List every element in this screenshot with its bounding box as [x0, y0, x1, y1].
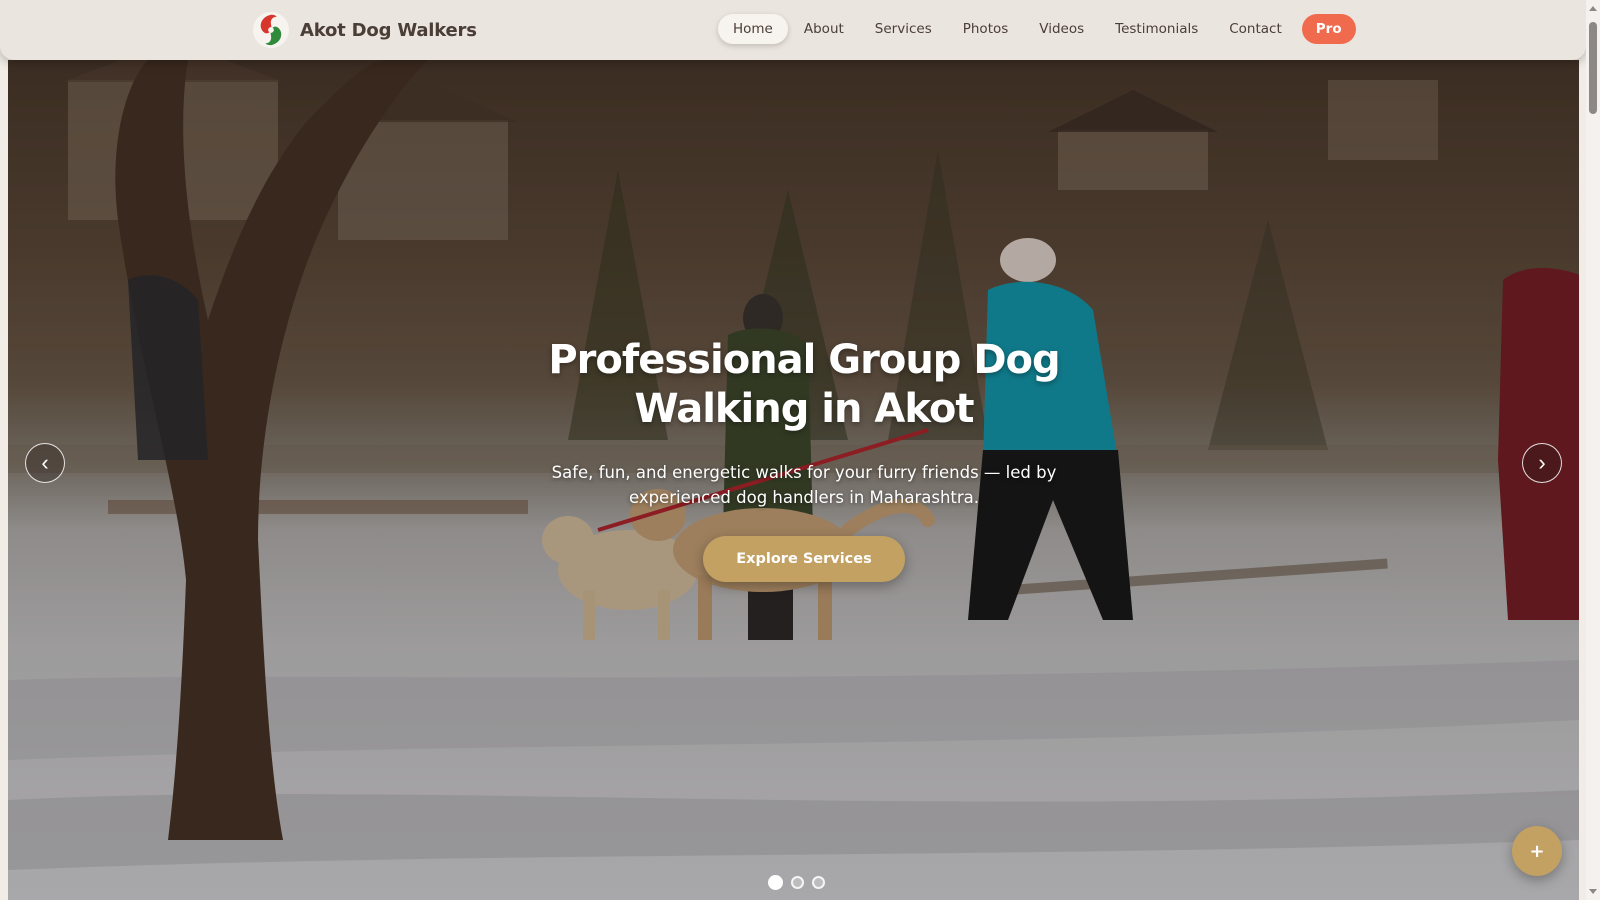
plus-icon: + [1529, 840, 1545, 862]
nav-item-home[interactable]: Home [718, 14, 788, 44]
hero-title: Professional Group Dog Walking in Akot [548, 337, 1060, 432]
carousel-indicators [768, 875, 825, 890]
main-nav: Home About Services Photos Videos Testim… [718, 14, 1356, 44]
carousel-prev-button[interactable]: ‹ [25, 443, 65, 483]
brand-logo-icon [252, 11, 290, 49]
brand-name: Akot Dog Walkers [300, 19, 477, 41]
nav-item-about[interactable]: About [789, 14, 859, 44]
nav-item-videos[interactable]: Videos [1024, 14, 1099, 44]
brand[interactable]: Akot Dog Walkers [252, 10, 477, 50]
hero-carousel: Professional Group Dog Walking in Akot S… [8, 60, 1579, 900]
navbar: Akot Dog Walkers Home About Services Pho… [0, 0, 1586, 60]
scroll-down-icon[interactable] [1589, 889, 1597, 894]
page-scrollbar[interactable] [1586, 0, 1600, 900]
pro-button[interactable]: Pro [1301, 14, 1356, 44]
scroll-up-icon[interactable] [1589, 6, 1597, 11]
scroll-thumb[interactable] [1589, 22, 1597, 114]
nav-item-photos[interactable]: Photos [948, 14, 1024, 44]
carousel-next-button[interactable]: › [1522, 443, 1562, 483]
carousel-dot-1[interactable] [768, 875, 783, 890]
floating-action-button[interactable]: + [1512, 826, 1562, 876]
carousel-dot-2[interactable] [791, 876, 804, 889]
chevron-right-icon: › [1538, 450, 1546, 475]
nav-item-testimonials[interactable]: Testimonials [1100, 14, 1213, 44]
nav-item-services[interactable]: Services [860, 14, 947, 44]
carousel-dot-3[interactable] [812, 876, 825, 889]
hero-subtitle: Safe, fun, and energetic walks for your … [551, 463, 1057, 507]
nav-item-contact[interactable]: Contact [1214, 14, 1297, 44]
explore-services-button[interactable]: Explore Services [703, 536, 905, 582]
hero-content: Professional Group Dog Walking in Akot S… [468, 336, 1140, 582]
chevron-left-icon: ‹ [41, 450, 49, 475]
